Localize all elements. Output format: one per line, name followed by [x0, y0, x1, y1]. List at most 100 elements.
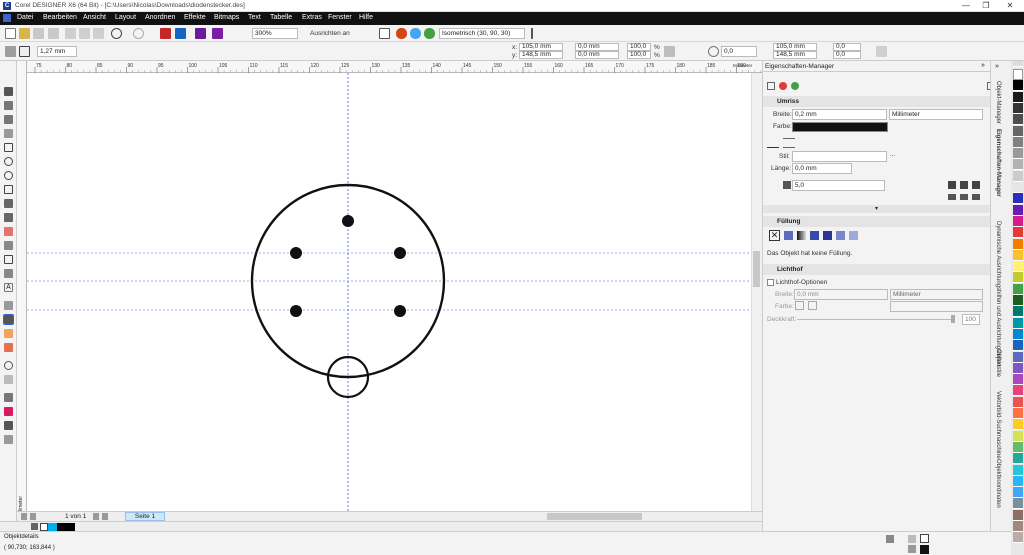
- position-x2-field[interactable]: 105,0 mm: [773, 43, 817, 51]
- palette-swatch[interactable]: [1013, 136, 1023, 148]
- docker-expand-icon[interactable]: »: [981, 62, 985, 69]
- palette-swatch[interactable]: [1013, 396, 1023, 408]
- palette-scroll-up-icon[interactable]: [1013, 61, 1023, 67]
- page-tab-seite-1[interactable]: Seite 1: [125, 512, 165, 521]
- line-solid-icon[interactable]: [767, 138, 779, 148]
- menu-item-layout[interactable]: Layout: [115, 14, 136, 21]
- palette-swatch[interactable]: [1013, 385, 1023, 397]
- table-tool-icon[interactable]: [4, 255, 13, 264]
- no-fill-button[interactable]: ✕: [769, 230, 780, 241]
- halo-opacity-slider-thumb[interactable]: [951, 315, 955, 323]
- palette-swatch[interactable]: [1013, 317, 1023, 329]
- extra-value-1-field[interactable]: 0,0: [833, 43, 861, 51]
- drawing-svg[interactable]: [27, 73, 751, 511]
- outline-width-input[interactable]: 0,2 mm: [792, 109, 887, 120]
- lock-ratio-icon[interactable]: [664, 46, 675, 57]
- palette-swatch[interactable]: [1013, 204, 1023, 216]
- vector-pattern-icon[interactable]: [810, 231, 819, 240]
- paste-icon[interactable]: [93, 28, 104, 39]
- line-tool-icon[interactable]: [4, 115, 13, 124]
- palette-swatch[interactable]: [1013, 328, 1023, 340]
- eyedropper-tool-icon[interactable]: [4, 393, 13, 402]
- vertical-scroll-thumb[interactable]: [753, 251, 760, 287]
- palette-swatch[interactable]: [1013, 498, 1023, 510]
- outline-color-icon[interactable]: [920, 545, 929, 554]
- zoom-level-field[interactable]: 300%: [252, 28, 298, 39]
- snap-to-label[interactable]: Ausrichten an: [310, 30, 350, 37]
- cap-butt-icon[interactable]: [948, 194, 956, 200]
- no-fill-icon[interactable]: [920, 534, 929, 543]
- menu-item-text[interactable]: Text: [248, 14, 261, 21]
- rectangle-tool-icon[interactable]: [4, 143, 13, 152]
- two-color-pattern-icon[interactable]: [836, 231, 845, 240]
- palette-swatch[interactable]: [1013, 521, 1023, 532]
- copy-icon[interactable]: [79, 28, 90, 39]
- halo-color-select[interactable]: [890, 301, 983, 312]
- menu-item-fenster[interactable]: Fenster: [328, 14, 352, 21]
- tab-object-coordinates[interactable]: Objektkoordinaten: [995, 459, 1001, 508]
- palette-swatch[interactable]: [1013, 306, 1023, 318]
- halo-unit-select[interactable]: Millimeter: [890, 289, 983, 300]
- pin-lower-left[interactable]: [290, 305, 302, 317]
- palette-swatch[interactable]: [1013, 80, 1023, 92]
- width-field[interactable]: 0,0 mm: [575, 43, 619, 51]
- palette-swatch[interactable]: [1013, 283, 1023, 295]
- last-page-icon[interactable]: [102, 513, 108, 520]
- outline-pen-tool-icon[interactable]: [3, 314, 14, 325]
- bezier-tool-icon[interactable]: [4, 227, 13, 236]
- uniform-fill-icon[interactable]: [784, 231, 793, 240]
- menu-item-anordnen[interactable]: Anordnen: [145, 14, 175, 21]
- palette-swatch[interactable]: [1013, 509, 1023, 521]
- halo-options-checkbox[interactable]: [767, 279, 774, 286]
- interactive-fill-icon[interactable]: [4, 343, 13, 352]
- outline-icon[interactable]: [19, 46, 30, 57]
- pin-upper-right[interactable]: [394, 247, 406, 259]
- first-page-icon[interactable]: [21, 513, 27, 520]
- pen-tool-icon[interactable]: [5, 46, 16, 57]
- halo-color-picker-icon[interactable]: [808, 301, 817, 310]
- halo-width-input[interactable]: 0,0 mm: [794, 289, 888, 300]
- plane-tool-icon[interactable]: [531, 28, 542, 39]
- fill-section-header[interactable]: Füllung: [763, 216, 990, 227]
- vertical-scrollbar[interactable]: [751, 73, 761, 511]
- tab-vector-search[interactable]: Vektorbild-Suchmaschine: [995, 391, 1001, 459]
- export-icon[interactable]: [175, 28, 186, 39]
- palette-swatch[interactable]: [1013, 148, 1023, 160]
- shape-tool-icon[interactable]: [4, 101, 13, 110]
- black-swatch[interactable]: [57, 523, 66, 531]
- palette-swatch[interactable]: [1013, 182, 1023, 193]
- palette-swatch[interactable]: [1013, 215, 1023, 227]
- menu-item-ansicht[interactable]: Ansicht: [83, 14, 106, 21]
- open-folder-icon[interactable]: [19, 28, 30, 39]
- miter-limit-input[interactable]: 5,0: [792, 180, 885, 191]
- cyan-swatch[interactable]: [48, 523, 57, 531]
- redo-icon[interactable]: [133, 28, 144, 39]
- palette-swatch[interactable]: [1013, 487, 1023, 499]
- outline-style-more[interactable]: ...: [890, 151, 895, 158]
- texture-fill-icon[interactable]: [849, 231, 858, 240]
- menu-item-tabelle[interactable]: Tabelle: [270, 14, 292, 21]
- palette-swatch[interactable]: [1013, 464, 1023, 476]
- zoom-tool-icon[interactable]: [4, 361, 13, 370]
- palette-swatch[interactable]: [1013, 227, 1023, 239]
- extra-value-2-field[interactable]: 0,0: [833, 51, 861, 59]
- join-round-icon[interactable]: [960, 181, 968, 189]
- pen-tool-2-icon[interactable]: [4, 213, 13, 222]
- vertical-ruler[interactable]: Millimeter: [17, 61, 27, 517]
- palette-swatch[interactable]: [1013, 408, 1023, 419]
- import-icon[interactable]: [160, 28, 171, 39]
- menu-item-bearbeiten[interactable]: Bearbeiten: [43, 14, 77, 21]
- pin-upper-left[interactable]: [290, 247, 302, 259]
- outline-length-input[interactable]: 0,0 mm: [792, 163, 852, 174]
- fountain-fill-icon[interactable]: [797, 231, 806, 240]
- cap-square-icon[interactable]: [972, 194, 980, 200]
- knife-tool-icon[interactable]: [4, 421, 13, 430]
- palette-swatch[interactable]: [1013, 362, 1023, 374]
- prev-page-icon[interactable]: [30, 513, 36, 520]
- halo-opacity-input[interactable]: 100: [962, 314, 980, 325]
- tab-object-manager[interactable]: Objekt-Manager: [995, 81, 1001, 124]
- fill-indicator-icon[interactable]: [886, 535, 894, 543]
- palette-swatch[interactable]: [1013, 430, 1023, 442]
- halo-opacity-slider-track[interactable]: [797, 319, 955, 320]
- tab-properties-manager[interactable]: Eigenschaften-Manager: [995, 129, 1001, 197]
